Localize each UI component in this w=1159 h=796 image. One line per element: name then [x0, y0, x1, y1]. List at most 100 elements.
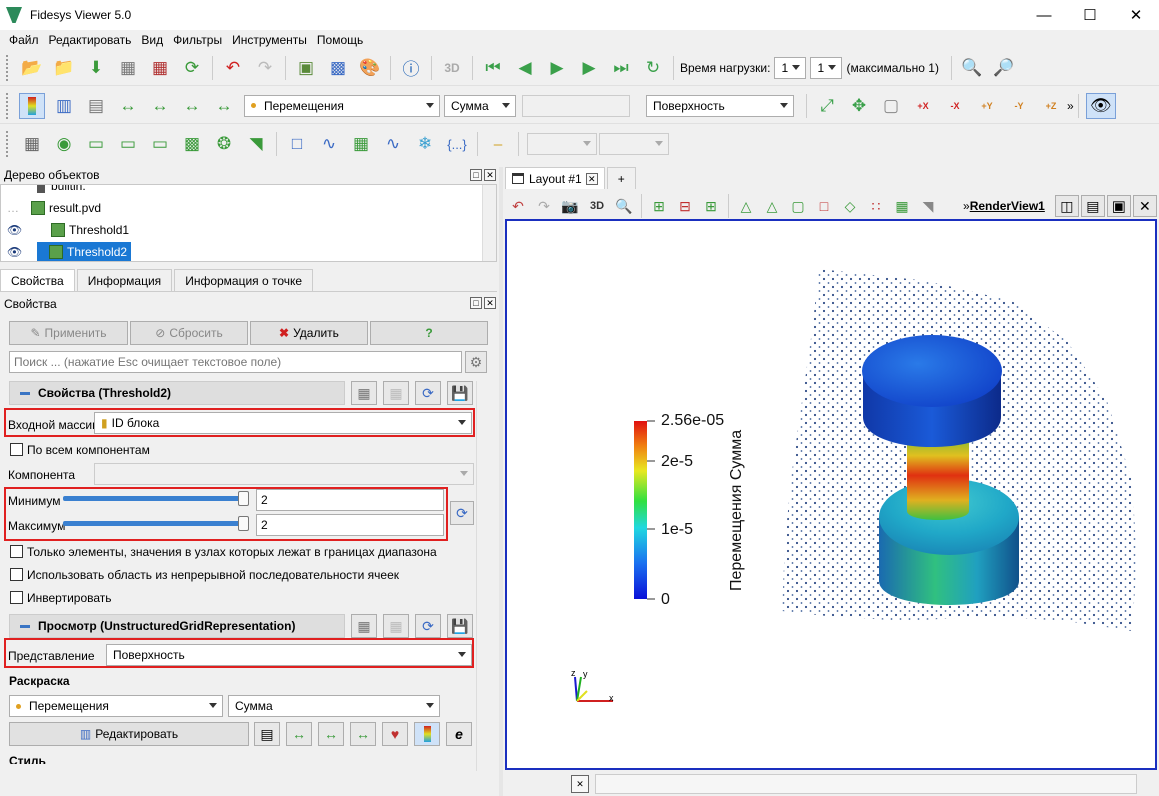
- color-array-select[interactable]: Перемещения: [244, 94, 440, 117]
- favorites-icon[interactable]: ♥: [382, 722, 408, 746]
- tree-item-threshold1[interactable]: 👁 Threshold1: [7, 219, 129, 241]
- apply-button[interactable]: ✎ Применить: [9, 321, 128, 345]
- minimum-input[interactable]: 2: [256, 489, 444, 511]
- previous-frame-icon[interactable]: ◀: [512, 55, 538, 81]
- next-frame-icon[interactable]: ▶: [576, 55, 602, 81]
- coloring-component-select[interactable]: Сумма: [228, 695, 440, 717]
- capture-icon[interactable]: 📷: [560, 193, 580, 219]
- only-elements-checkbox[interactable]: [10, 545, 23, 558]
- copy-icon[interactable]: ▦: [351, 381, 377, 405]
- color-component-select[interactable]: Сумма: [444, 94, 516, 117]
- camera-undo-icon[interactable]: ▣: [293, 55, 319, 81]
- select-points-icon[interactable]: ⊞: [649, 193, 669, 219]
- camera-reset-icon[interactable]: ↶: [508, 193, 528, 219]
- time-step-spin[interactable]: 1: [810, 56, 843, 79]
- color-legend-icon[interactable]: [19, 92, 45, 119]
- reset-range-icon[interactable]: ▤: [83, 93, 109, 119]
- plot-data-icon[interactable]: ∿: [380, 131, 406, 157]
- python-script-icon[interactable]: {...}: [444, 131, 470, 157]
- rescale-custom-icon[interactable]: ↔: [318, 722, 344, 746]
- undo-icon[interactable]: ↶: [220, 55, 246, 81]
- help-button[interactable]: ?: [370, 321, 488, 345]
- menu-filters[interactable]: Фильтры: [168, 33, 227, 47]
- zoom-to-box-icon[interactable]: ▢: [878, 93, 904, 119]
- representation-dropdown[interactable]: Поверхность: [106, 644, 472, 666]
- tree-item-threshold2[interactable]: 👁 Threshold2: [7, 241, 477, 261]
- extract-subset-icon[interactable]: ▩: [179, 131, 205, 157]
- render-view[interactable]: 2.56e-05 2e-5 1e-5 0 Перемещения Сумма x…: [505, 219, 1157, 770]
- float-panel-icon[interactable]: □: [470, 169, 482, 181]
- close-tab-icon[interactable]: ✕: [585, 172, 598, 185]
- hover-points-icon[interactable]: ▦: [892, 193, 912, 219]
- maximum-slider-thumb[interactable]: [238, 516, 249, 531]
- select-points-on-icon[interactable]: △: [762, 193, 782, 219]
- view-plus-x-icon[interactable]: +X: [910, 93, 936, 119]
- properties-search-input[interactable]: [9, 351, 462, 373]
- contour-icon[interactable]: ◉: [51, 131, 77, 157]
- view-plus-z-icon[interactable]: +Z: [1038, 93, 1064, 119]
- rescale-time-icon[interactable]: ↔: [179, 93, 205, 119]
- float-panel-icon[interactable]: □: [470, 297, 482, 309]
- maximum-input[interactable]: 2: [256, 514, 444, 536]
- load-state-icon[interactable]: ⬇: [83, 55, 109, 81]
- maximum-slider[interactable]: [63, 521, 243, 526]
- last-frame-icon[interactable]: ⏭: [608, 55, 634, 81]
- first-frame-icon[interactable]: ⏮: [480, 55, 506, 81]
- edit-colormap-button[interactable]: ▥ Редактировать: [9, 722, 249, 746]
- swap-range-icon[interactable]: ⟳: [450, 501, 474, 525]
- invert-checkbox[interactable]: [10, 591, 23, 604]
- maximize-view-icon[interactable]: ▣: [1106, 195, 1131, 217]
- add-layout-tab[interactable]: +: [606, 167, 636, 189]
- rescale-range-icon[interactable]: ↔: [115, 93, 141, 119]
- tree-scrollbar[interactable]: [482, 185, 496, 261]
- save-defaults-icon[interactable]: 💾: [447, 614, 473, 638]
- use-continuous-checkbox[interactable]: [10, 568, 23, 581]
- minimize-button[interactable]: —: [1021, 0, 1067, 30]
- tab-properties[interactable]: Свойства: [0, 269, 75, 291]
- play-icon[interactable]: ▶: [544, 55, 570, 81]
- deselect-icon[interactable]: ⊟: [675, 193, 695, 219]
- coloring-array-select[interactable]: Перемещения: [9, 695, 223, 717]
- glyph-icon[interactable]: ❂: [211, 131, 237, 157]
- zoom-icon[interactable]: 🔍: [614, 193, 634, 219]
- view-minus-x-icon[interactable]: -X: [942, 93, 968, 119]
- tree-item-result[interactable]: … result.pvd: [7, 197, 101, 219]
- color-legend-icon[interactable]: [414, 722, 440, 746]
- open-file-icon[interactable]: 📂: [19, 55, 45, 81]
- paste-icon[interactable]: ▦: [383, 381, 409, 405]
- renderview-label[interactable]: RenderView1: [970, 199, 1045, 213]
- rescale-range-icon[interactable]: ↔: [286, 722, 312, 746]
- clip-icon[interactable]: ▭: [83, 131, 109, 157]
- eye-hidden-icon[interactable]: …: [7, 201, 31, 215]
- close-panel-icon[interactable]: ✕: [484, 297, 496, 309]
- eye-visible-icon[interactable]: 👁: [7, 223, 51, 237]
- connect-icon[interactable]: ▦: [115, 55, 141, 81]
- tab-layout-1[interactable]: Layout #1 ✕: [505, 167, 605, 189]
- paste-icon[interactable]: ▦: [383, 614, 409, 638]
- render-canvas[interactable]: 2.56e-05 2e-5 1e-5 0 Перемещения Сумма x…: [507, 221, 1155, 768]
- delete-button[interactable]: ✖ Удалить: [250, 321, 368, 345]
- screenshot-icon[interactable]: ▩: [325, 55, 351, 81]
- camera-redo-icon[interactable]: ↷: [534, 193, 554, 219]
- calculator-icon[interactable]: ▦: [19, 131, 45, 157]
- reset-button[interactable]: ⊘ Сбросить: [130, 321, 248, 345]
- menu-view[interactable]: Вид: [136, 33, 168, 47]
- section-view-representation[interactable]: Просмотр (UnstructuredGridRepresentation…: [9, 614, 345, 638]
- view-minus-y-icon[interactable]: -Y: [1006, 93, 1032, 119]
- view-3d-toggle[interactable]: 3D: [586, 193, 608, 219]
- tree-item-builtin[interactable]: builtin:: [37, 185, 86, 197]
- menu-edit[interactable]: Редактировать: [44, 33, 137, 47]
- color-palette-icon[interactable]: 🎨: [357, 55, 383, 81]
- 3d-icon[interactable]: 3D: [439, 55, 465, 81]
- ruler-icon[interactable]: ⎯: [485, 131, 511, 157]
- close-view-icon[interactable]: ✕: [1132, 195, 1157, 217]
- refresh-icon[interactable]: ⟳: [415, 614, 441, 638]
- menu-file[interactable]: Файл: [4, 33, 44, 47]
- rescale-time-icon[interactable]: ↔: [350, 722, 376, 746]
- close-button[interactable]: ✕: [1113, 0, 1159, 30]
- tab-information[interactable]: Информация: [76, 269, 173, 291]
- time-combo[interactable]: 1: [774, 56, 807, 79]
- rescale-custom-icon[interactable]: ↔: [147, 93, 173, 119]
- probe-icon[interactable]: □: [284, 131, 310, 157]
- zoom-add-icon[interactable]: 🔎: [991, 55, 1017, 81]
